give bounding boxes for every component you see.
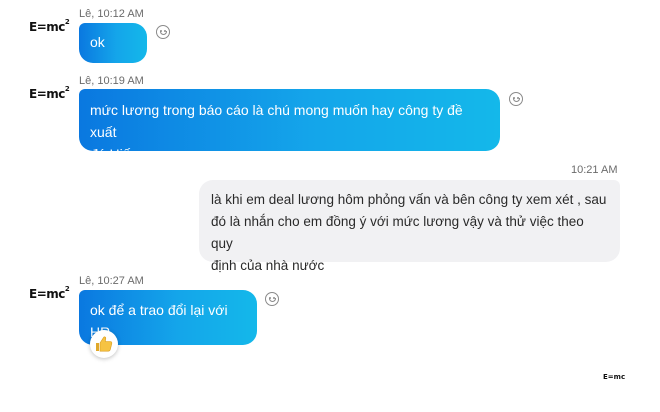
- message-3-text-line2: đó là nhắn cho em đồng ý với mức lương v…: [211, 214, 584, 251]
- avatar[interactable]: E=mc2: [29, 283, 70, 301]
- message-2-text-line1: mức lương trong báo cáo là chú mong muốn…: [90, 102, 463, 140]
- thumbs-up-reaction[interactable]: [90, 330, 118, 358]
- avatar-sup: 2: [64, 285, 70, 293]
- message-1-sender-time: Lê, 10:12 AM: [79, 8, 144, 20]
- avatar-sup: 2: [64, 18, 70, 26]
- avatar[interactable]: E=mc2: [29, 83, 70, 101]
- avatar-sup: 2: [64, 85, 70, 93]
- message-4-sender-time: Lê, 10:27 AM: [79, 275, 144, 287]
- avatar-text: E=mc: [29, 20, 65, 34]
- message-3-text-line3: định của nhà nước: [211, 258, 325, 273]
- message-1-bubble[interactable]: ok: [79, 23, 147, 63]
- thumbs-up-icon: [96, 336, 113, 352]
- smiley-icon[interactable]: [265, 292, 279, 306]
- message-3-bubble[interactable]: là khi em deal lương hôm phỏng vấn và bê…: [199, 180, 620, 273]
- avatar[interactable]: E=mc2: [29, 16, 70, 34]
- message-3-time: 10:21 AM: [571, 164, 618, 176]
- read-receipt-avatar: E=mc: [603, 373, 626, 381]
- message-1-text: ok: [90, 34, 105, 50]
- message-3-text-line1: là khi em deal lương hôm phỏng vấn và bê…: [211, 192, 607, 207]
- message-2-sender-time: Lê, 10:19 AM: [79, 75, 144, 87]
- avatar-text: E=mc: [29, 87, 65, 101]
- message-2-text-line2: đó Hiếu: [90, 146, 139, 162]
- avatar-text: E=mc: [29, 287, 65, 301]
- smiley-icon[interactable]: [156, 25, 170, 39]
- message-2-bubble[interactable]: mức lương trong báo cáo là chú mong muốn…: [79, 89, 500, 162]
- smiley-icon[interactable]: [509, 92, 523, 106]
